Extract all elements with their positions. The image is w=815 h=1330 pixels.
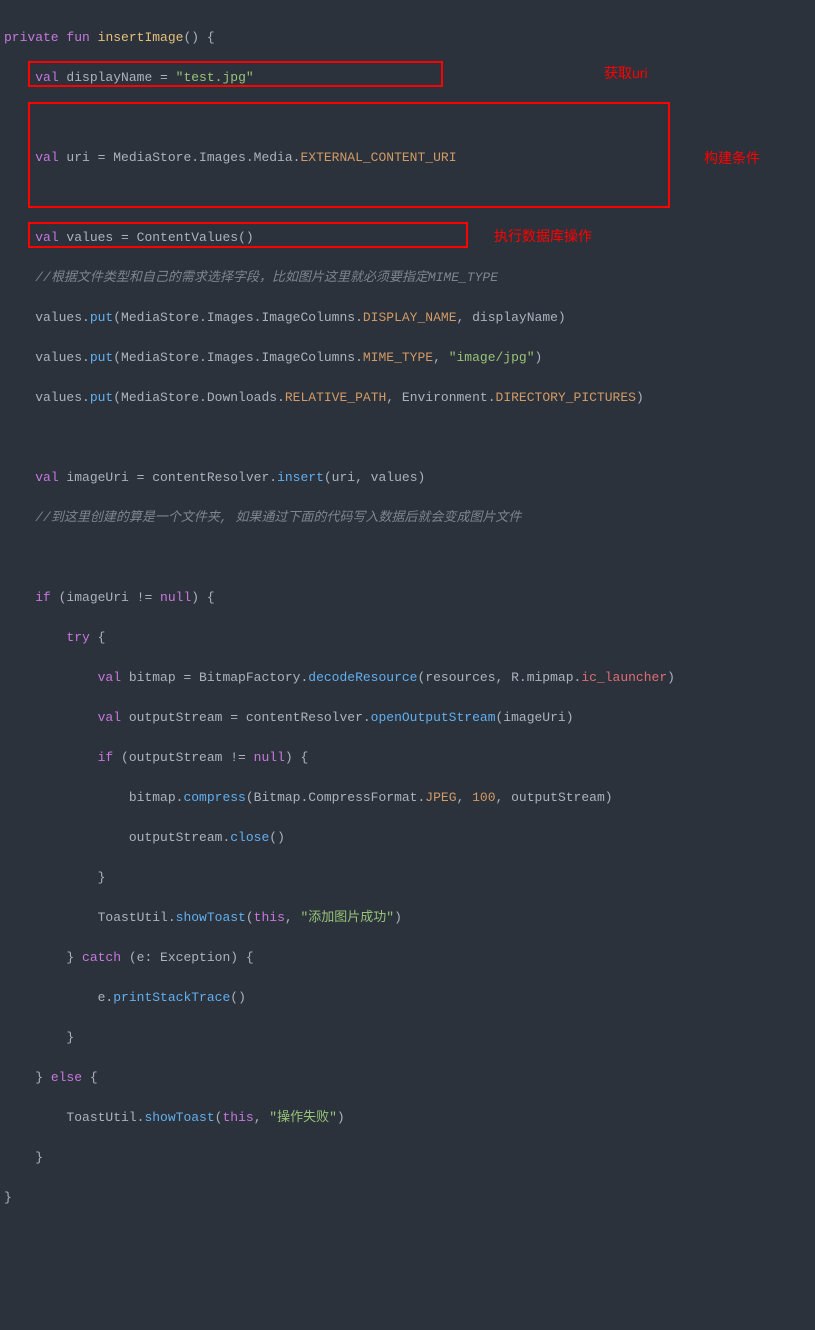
annotation-uri: 获取uri (604, 63, 648, 83)
cmt-mime: //根据文件类型和自己的需求选择字段，比如图片这里就必须要指定MIME_TYPE (35, 270, 498, 285)
kw-private: private (4, 30, 59, 45)
cmt-folder: //到这里创建的算是一个文件夹, 如果通过下面的代码写入数据后就会变成图片文件 (35, 510, 521, 525)
fn-insertImage: insertImage (98, 30, 184, 45)
annotation-values: 构建条件 (704, 148, 760, 168)
annotation-insert: 执行数据库操作 (494, 226, 592, 246)
code-block: private fun insertImage() { val displayN… (4, 8, 811, 1330)
kw-fun: fun (66, 30, 89, 45)
